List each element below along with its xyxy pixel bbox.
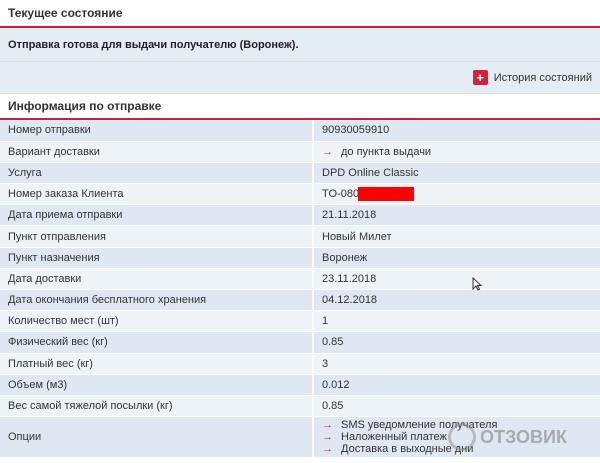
arrow-right-icon: →	[322, 419, 333, 432]
row-label: Пункт отправления	[0, 225, 314, 248]
table-row: Пункт назначения Воронеж	[0, 247, 600, 269]
row-label: Дата приема отправки	[0, 204, 314, 227]
mouse-cursor-icon	[472, 277, 482, 291]
table-row: Вариант доставки → до пункта выдачи	[0, 141, 600, 163]
row-label: Вес самой тяжелой посылки (кг)	[0, 395, 314, 418]
row-value: 1	[313, 310, 600, 333]
row-label: Вариант доставки	[0, 141, 314, 163]
row-label: Физический вес (кг)	[0, 331, 314, 354]
row-value: 0.012	[313, 374, 600, 396]
table-row: Платный вес (кг) 3	[0, 353, 600, 375]
plus-icon: +	[472, 70, 488, 85]
table-row: Объем (м3) 0.012	[0, 374, 600, 396]
row-label: Пункт назначения	[0, 247, 314, 269]
arrow-right-icon: →	[322, 443, 333, 456]
delivery-option-value: до пункта выдачи	[341, 145, 432, 158]
row-label: Дата окончания бесплатного хранения	[0, 289, 314, 312]
row-label: Дата доставки	[0, 268, 314, 291]
table-row: Физический вес (кг) 0.85	[0, 331, 600, 354]
table-row: Дата окончания бесплатного хранения 04.1…	[0, 289, 600, 312]
history-row: + История состояний	[0, 62, 600, 94]
row-label: Номер отправки	[0, 120, 314, 142]
row-value: Воронеж	[313, 247, 600, 269]
row-label: Объем (м3)	[0, 374, 314, 396]
row-value: 3	[313, 353, 600, 375]
redaction-block	[358, 187, 415, 202]
otzovik-watermark: ОТЗОВИК	[448, 420, 598, 454]
row-value: 90930059910	[313, 120, 600, 142]
watermark-text: ОТЗОВИК	[480, 426, 567, 447]
table-row: Номер отправки 90930059910	[0, 120, 600, 142]
row-label: Услуга	[0, 162, 314, 185]
row-value: DPD Online Classic	[313, 162, 600, 185]
table-row: Номер заказа Клиента TO-080	[0, 183, 600, 206]
row-value: Новый Милет	[313, 225, 600, 248]
table-row: Услуга DPD Online Classic	[0, 162, 600, 185]
row-value: 21.11.2018	[313, 204, 600, 227]
arrow-right-icon: →	[322, 145, 333, 158]
order-number-value: TO-080	[322, 188, 360, 201]
table-row: Вес самой тяжелой посылки (кг) 0.85	[0, 395, 600, 418]
shipment-info-heading: Информация по отправке	[0, 94, 600, 120]
shipment-info-table: Номер отправки 90930059910 Вариант доста…	[0, 120, 600, 459]
row-value: 23.11.2018	[313, 268, 600, 291]
table-row: Пункт отправления Новый Милет	[0, 225, 600, 248]
row-value: 0.85	[313, 331, 600, 354]
row-value: TO-080	[313, 183, 600, 206]
row-value: 0.85	[313, 395, 600, 418]
table-row: Дата приема отправки 21.11.2018	[0, 204, 600, 227]
status-message: Отправка готова для выдачи получателю (В…	[0, 28, 600, 62]
option-label: Наложенный платеж	[341, 431, 447, 444]
row-label: Платный вес (кг)	[0, 353, 314, 375]
row-label: Номер заказа Клиента	[0, 183, 314, 206]
history-link-label: История состояний	[493, 71, 592, 84]
table-row: Дата доставки 23.11.2018	[0, 268, 600, 291]
current-state-heading: Текущее состояние	[0, 0, 600, 28]
arrow-right-icon: →	[322, 431, 333, 444]
table-row: Количество мест (шт) 1	[0, 310, 600, 333]
row-label: Опции	[0, 416, 314, 459]
watermark-logo-icon	[448, 423, 476, 451]
row-label: Количество мест (шт)	[0, 310, 314, 333]
history-link[interactable]: + История состояний	[472, 70, 592, 85]
row-value: → до пункта выдачи	[313, 141, 600, 163]
row-value: 04.12.2018	[313, 289, 600, 312]
